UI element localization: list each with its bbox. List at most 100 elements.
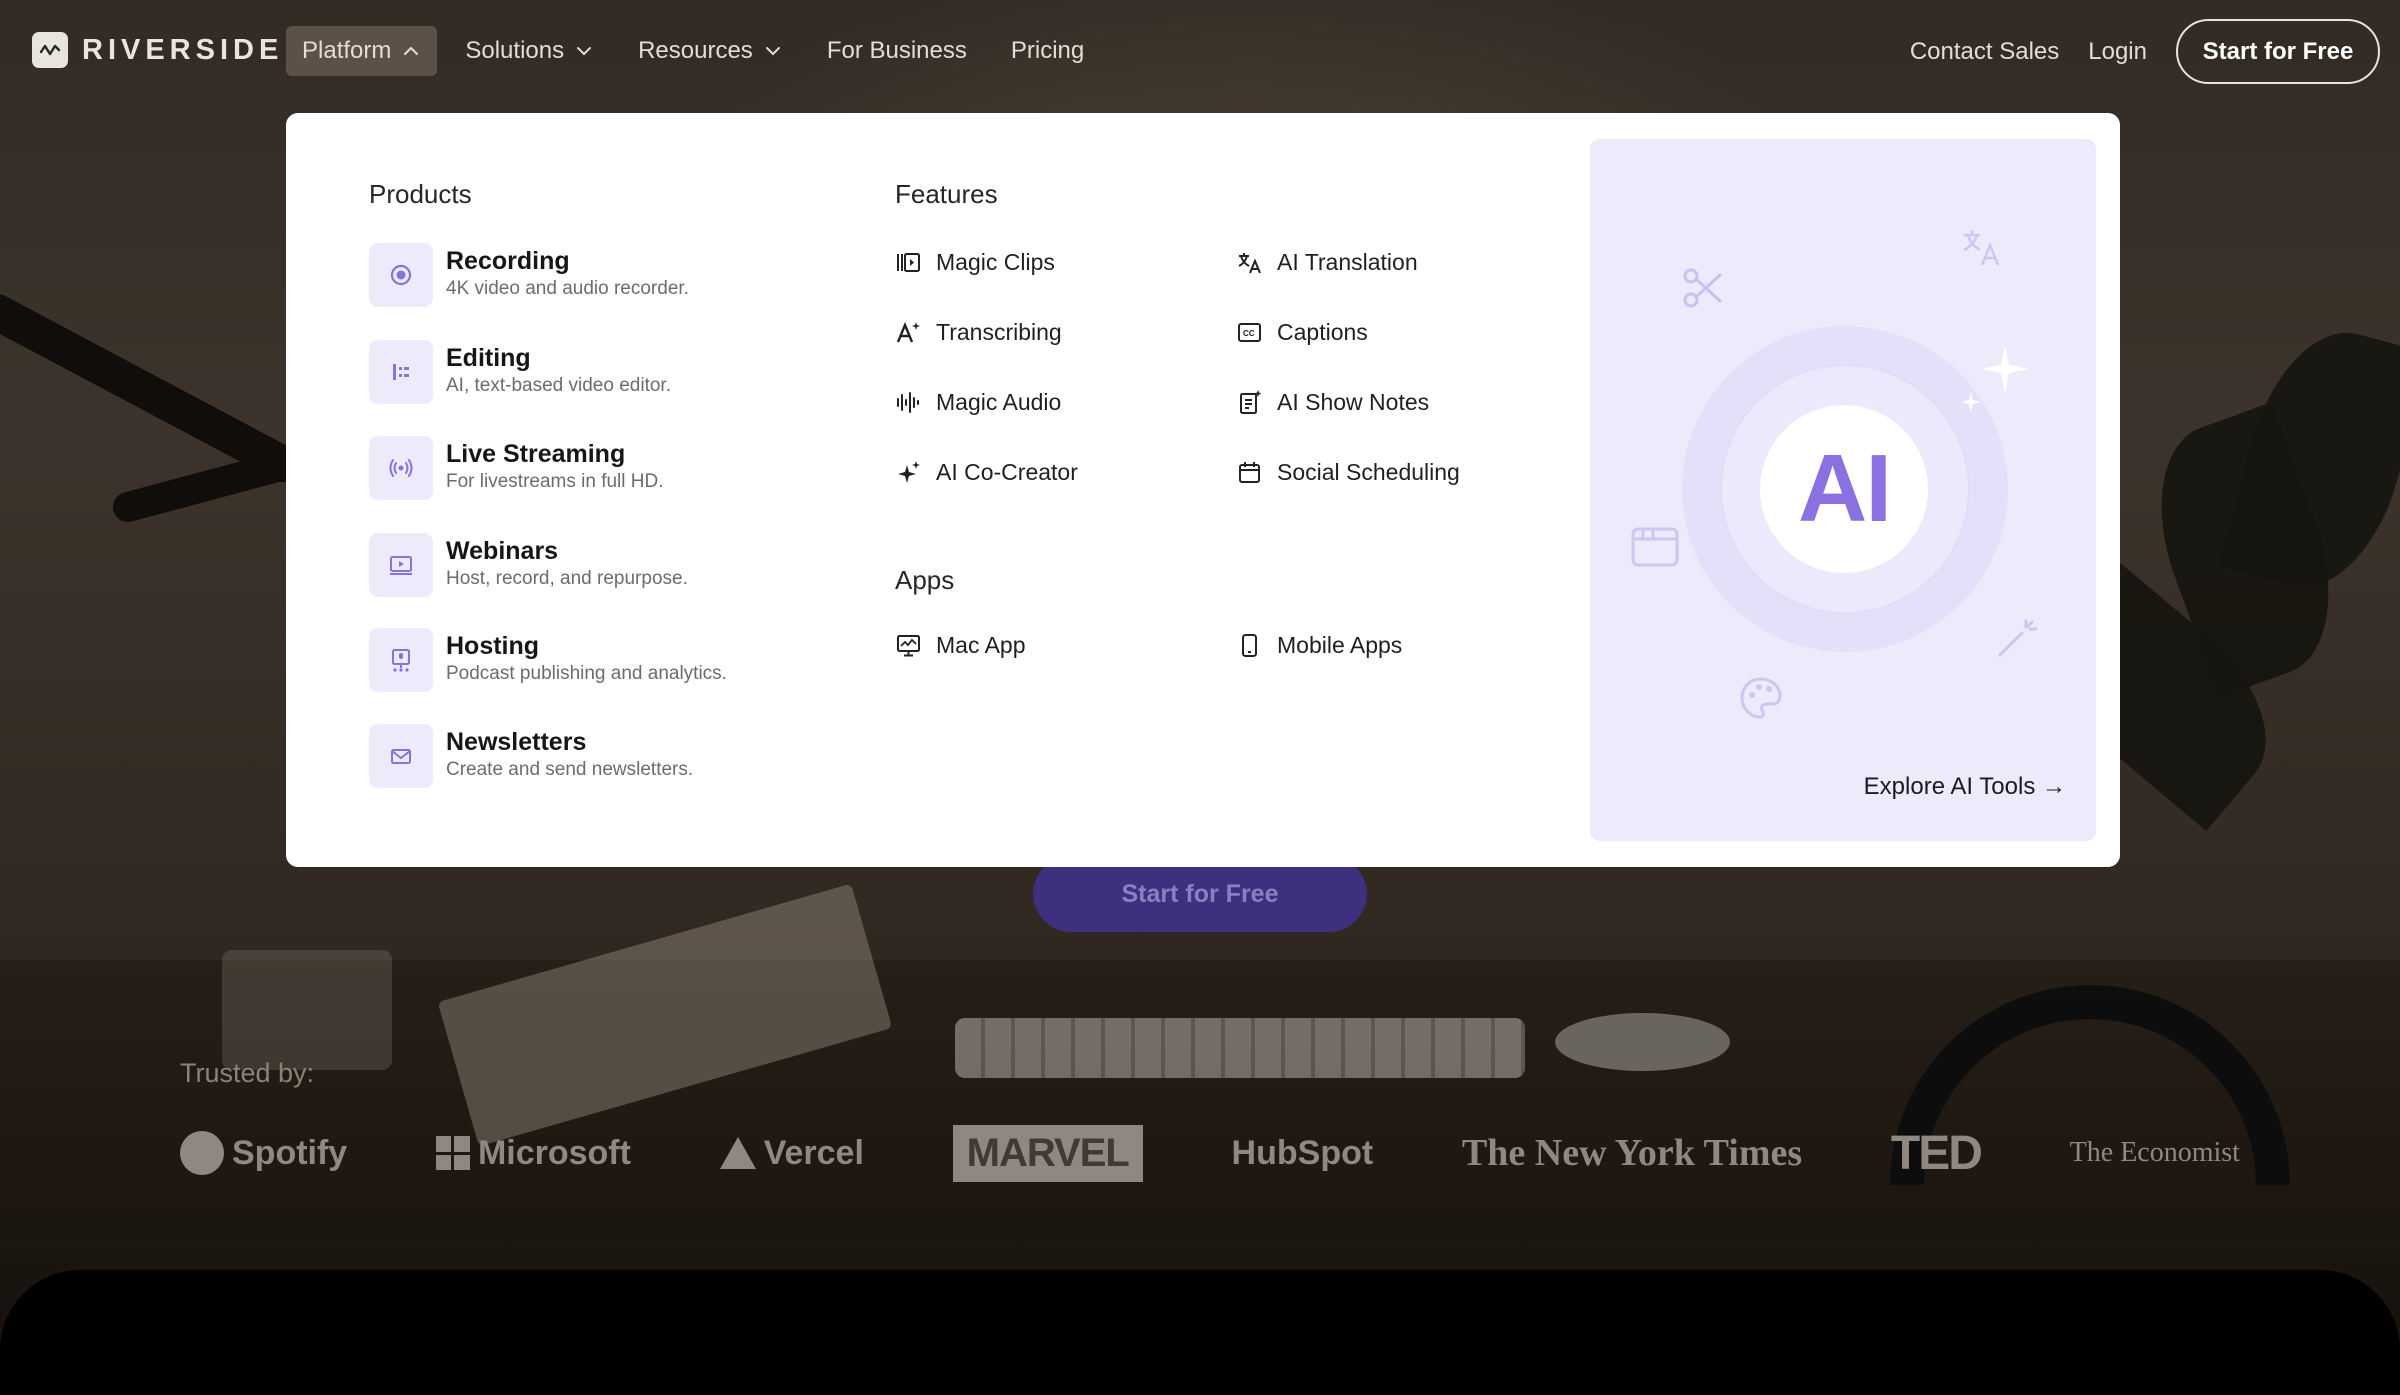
app-mobile[interactable]: Mobile Apps [1236, 632, 1402, 659]
trusted-label: Trusted by: [180, 1058, 315, 1088]
nav-label: For Business [826, 37, 967, 64]
waveform-icon [897, 392, 919, 413]
product-name: Webinars [446, 537, 559, 565]
app-label: Mac App [936, 632, 1026, 658]
screen-play-icon [369, 533, 433, 597]
product-hosting[interactable]: Hosting Podcast publishing and analytics… [369, 628, 789, 692]
product-desc: Host, record, and repurpose. [446, 568, 688, 589]
nav-links: Platform Solutions Resources For Busines… [286, 26, 1112, 76]
vercel-logo: Vercel [719, 1133, 864, 1173]
microsoft-icon [435, 1136, 470, 1170]
trusted-logos: Spotify Microsoft Vercel MARVEL HubSpot … [180, 1115, 2240, 1191]
ted-logo: TED [1890, 1126, 1983, 1180]
sparkle-icon [1981, 345, 2029, 393]
feature-captions[interactable]: CC Captions [1236, 319, 1368, 346]
logo-text: Spotify [232, 1133, 348, 1172]
nav-resources[interactable]: Resources [622, 26, 799, 76]
product-desc: 4K video and audio recorder. [446, 278, 689, 299]
logo-text: Vercel [763, 1133, 864, 1172]
product-desc: For livestreams in full HD. [446, 471, 664, 492]
login-link[interactable]: Login [2088, 38, 2147, 66]
ai-tools-card[interactable]: AI Explore AI Tools → [1590, 139, 2096, 841]
text-sparkle-icon [896, 321, 920, 343]
feature-label: AI Show Notes [1277, 389, 1430, 415]
nav-pricing[interactable]: Pricing [995, 26, 1100, 76]
product-name: Recording [446, 247, 570, 275]
nav-solutions[interactable]: Solutions [449, 26, 610, 76]
start-for-free-button[interactable]: Start for Free [2176, 19, 2380, 84]
product-name: Live Streaming [446, 440, 626, 468]
chevron-up-icon [404, 46, 419, 55]
envelope-icon [369, 724, 433, 788]
product-desc: AI, text-based video editor. [446, 375, 671, 396]
nav-label: Resources [638, 37, 753, 64]
palette-icon [1740, 677, 1782, 719]
spotify-logo: Spotify [180, 1131, 347, 1175]
riverside-logo-icon [32, 32, 68, 68]
ai-badge-text: AI [1798, 435, 1892, 542]
translate-icon [1963, 230, 2000, 266]
chevron-down-icon [765, 47, 780, 56]
product-editing[interactable]: Editing AI, text-based video editor. [369, 340, 789, 404]
podcast-hosting-icon [369, 628, 433, 692]
feature-label: Magic Clips [936, 249, 1055, 275]
apps-heading: Apps [895, 565, 955, 595]
feature-label: AI Translation [1277, 249, 1418, 275]
product-live-streaming[interactable]: Live Streaming For livestreams in full H… [369, 436, 789, 500]
product-name: Editing [446, 344, 531, 372]
product-desc: Podcast publishing and analytics. [446, 663, 727, 684]
economist-logo: The Economist [2069, 1137, 2240, 1168]
broadcast-icon [369, 436, 433, 500]
editing-icon [369, 340, 433, 404]
feature-social-scheduling[interactable]: Social Scheduling [1236, 459, 1460, 486]
feature-label: Captions [1277, 319, 1368, 345]
products-heading: Products [369, 179, 472, 209]
ai-badge: AI [1760, 405, 1928, 573]
brand-logo[interactable]: RIVERSIDE [32, 32, 283, 68]
product-newsletters[interactable]: Newsletters Create and send newsletters. [369, 724, 789, 788]
vercel-triangle-icon [719, 1137, 756, 1169]
feature-label: Transcribing [936, 319, 1062, 345]
platform-dropdown-menu: Products Recording 4K video and audio re… [286, 113, 2120, 867]
hubspot-logo: HubSpot [1231, 1133, 1374, 1172]
feature-label: AI Co-Creator [936, 459, 1078, 485]
captions-icon: CC [1238, 323, 1261, 342]
sparkles-icon [898, 461, 920, 483]
feature-ai-show-notes[interactable]: AI Show Notes [1236, 389, 1429, 416]
phone-icon [1242, 634, 1257, 657]
features-heading: Features [895, 179, 998, 209]
nav-actions: Contact Sales Login Start for Free [1910, 19, 2380, 84]
scissors-icon [1683, 268, 1722, 308]
clips-icon [897, 253, 920, 272]
feature-magic-clips[interactable]: Magic Clips [895, 249, 1055, 276]
hero-start-button[interactable]: Start for Free [1033, 856, 1367, 932]
feature-magic-audio[interactable]: Magic Audio [895, 389, 1061, 416]
svg-text:CC: CC [1243, 329, 1255, 338]
nav-for-business[interactable]: For Business [811, 26, 983, 76]
feature-label: Magic Audio [936, 389, 1062, 415]
nav-platform[interactable]: Platform [286, 26, 438, 76]
feature-transcribing[interactable]: Transcribing [895, 319, 1062, 346]
nav-label: Solutions [465, 37, 565, 64]
explore-label: Explore AI Tools → [1863, 773, 2066, 800]
desktop-icon [897, 635, 920, 657]
feature-label: Social Scheduling [1277, 459, 1460, 485]
notes-icon [1240, 390, 1262, 414]
sparkle-small-icon [1961, 392, 1981, 412]
explore-ai-tools-link[interactable]: Explore AI Tools → [1864, 773, 2066, 801]
feature-ai-co-creator[interactable]: AI Co-Creator [895, 459, 1078, 486]
nav-label: Platform [302, 37, 392, 64]
calendar-icon [1239, 462, 1260, 483]
product-recording[interactable]: Recording 4K video and audio recorder. [369, 243, 789, 307]
feature-ai-translation[interactable]: AI Translation [1236, 249, 1418, 276]
nyt-logo: The New York Times [1461, 1132, 1803, 1174]
contact-sales-link[interactable]: Contact Sales [1910, 38, 2059, 66]
top-navigation: RIVERSIDE Platform Solutions Resources F… [0, 0, 2400, 102]
magic-wand-icon [1998, 619, 2038, 657]
product-desc: Create and send newsletters. [446, 759, 694, 780]
product-webinars[interactable]: Webinars Host, record, and repurpose. [369, 533, 789, 597]
app-mac[interactable]: Mac App [895, 632, 1026, 659]
bottom-section [0, 1270, 2400, 1395]
brand-name: RIVERSIDE [82, 33, 284, 66]
microsoft-logo: Microsoft [435, 1134, 631, 1173]
